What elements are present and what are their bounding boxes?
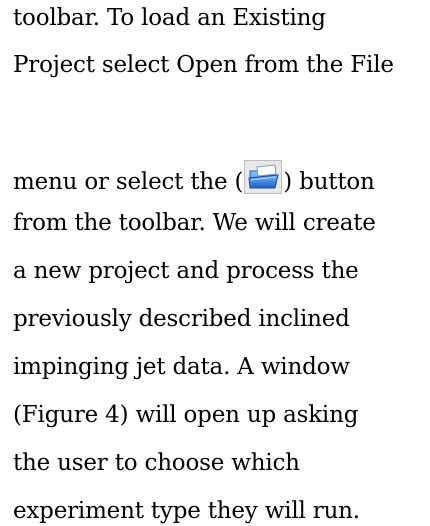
text-line-2: Project select Open from the File <box>13 52 394 78</box>
text-line-9: the user to choose which <box>13 450 300 476</box>
text-line-3-before: menu or select the ( <box>13 169 244 195</box>
text-line-3: menu or select the ( ) button <box>13 160 375 197</box>
document-page: toolbar. To load an Existing Project sel… <box>0 0 430 524</box>
text-line-7: impinging jet data. A window <box>13 354 350 380</box>
text-line-3-after: ) button <box>283 169 375 195</box>
text-line-4: from the toolbar. We will create <box>13 210 376 236</box>
text-line-1: toolbar. To load an Existing <box>13 5 326 31</box>
text-line-6: previously described inclined <box>13 306 350 332</box>
open-folder-icon <box>244 160 283 194</box>
text-line-5: a new project and process the <box>13 258 359 284</box>
text-line-8: (Figure 4) will open up asking <box>13 402 359 428</box>
